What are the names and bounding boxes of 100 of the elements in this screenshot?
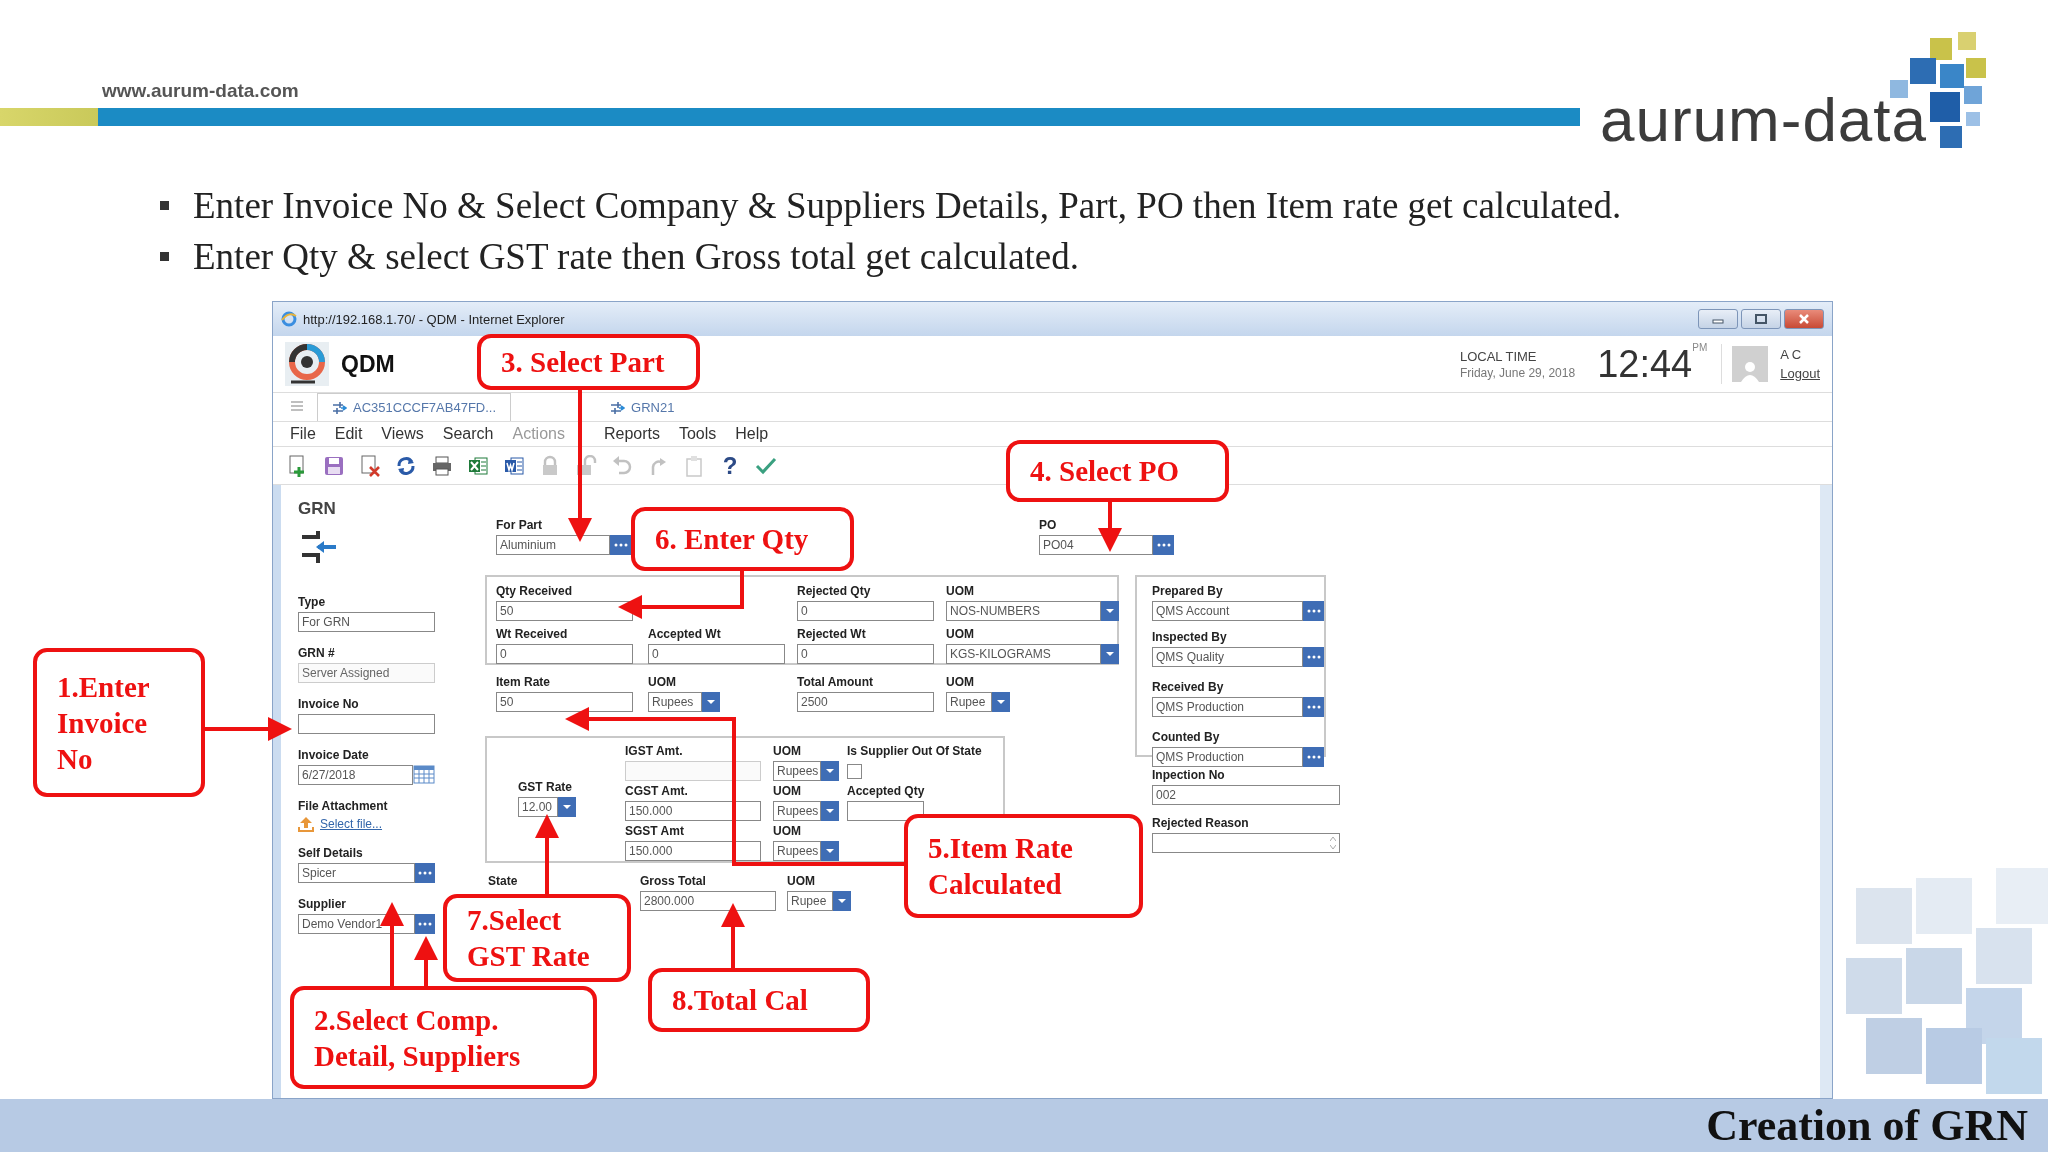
help-button[interactable]: ? [719,454,741,477]
text-field[interactable]: 150.000 [625,801,761,821]
text-field[interactable]: 2500 [797,692,934,712]
refresh-button[interactable] [395,454,417,477]
text-field[interactable]: 0 [496,644,633,664]
print-button[interactable] [431,454,453,477]
field-label: State [488,874,518,889]
lookup-field[interactable]: Aluminium [496,535,610,555]
field-label: UOM [648,675,676,690]
field-label: UOM [773,784,801,799]
transfer-icon [332,400,347,415]
lookup-button[interactable] [415,914,435,934]
text-area[interactable] [1152,833,1340,853]
text-field[interactable] [847,801,924,821]
menu-item[interactable]: Reports [594,425,670,443]
lookup-field[interactable]: QMS Production [1152,747,1303,767]
lookup-field[interactable]: QMS Production [1152,697,1303,717]
dropdown-button[interactable] [821,761,839,781]
menu-item[interactable]: Search [433,425,504,443]
field-label: GST Rate [518,780,572,795]
logout-link[interactable]: Logout [1780,366,1820,381]
dropdown-field[interactable]: Rupee [946,692,992,712]
checkbox[interactable] [847,764,862,779]
lookup-button[interactable] [610,535,631,555]
spreadsheet-button[interactable] [467,454,489,477]
field-label: Is Supplier Out Of State [847,744,982,759]
lookup-field[interactable]: QMS Account [1152,601,1303,621]
dropdown-button[interactable] [1101,601,1119,621]
transfer-icon [300,529,338,565]
date-field[interactable]: 6/27/2018 [298,765,413,785]
field-label: Accepted Qty [847,784,925,799]
clipboard-icon [683,454,705,477]
file-link[interactable]: Select file... [320,817,383,831]
more-icon [418,871,432,875]
menu-item[interactable]: Help [726,425,779,443]
delete-button[interactable] [359,454,381,477]
more-icon [1306,609,1321,613]
lookup-field[interactable]: Spicer [298,863,415,883]
field-label: Counted By [1152,730,1220,745]
text-field[interactable]: 0 [648,644,785,664]
dropdown-button[interactable] [558,797,576,817]
dropdown-field[interactable]: Rupees [773,761,821,781]
dropdown-field[interactable]: Rupees [773,841,821,861]
save-button[interactable] [323,454,345,477]
field-label: Invoice No [298,697,359,712]
text-field[interactable]: 50 [496,692,633,712]
lookup-button[interactable] [415,863,435,883]
lookup-button[interactable] [1303,601,1324,621]
date-text: Friday, June 29, 2018 [1459,365,1576,380]
text-field[interactable] [298,714,435,734]
local-time-label: LOCAL TIME [1459,348,1538,364]
dropdown-field[interactable]: Rupees [773,801,821,821]
close-button[interactable] [1784,309,1824,329]
dropdown-button[interactable] [821,801,839,821]
text-field[interactable]: 2800.000 [640,891,776,911]
dropdown-field[interactable]: NOS-NUMBERS [946,601,1101,621]
dropdown-button[interactable] [833,891,851,911]
dropdown-field[interactable]: KGS-KILOGRAMS [946,644,1101,664]
menu-item[interactable]: Tools [669,425,727,443]
dropdown-button[interactable] [821,841,839,861]
lookup-field[interactable]: Demo Vendor1 [298,914,415,934]
dropdown-button[interactable] [702,692,720,712]
lookup-button[interactable] [1303,647,1324,667]
site-url: www.aurum-data.com [102,80,299,103]
text-field[interactable]: For GRN [298,612,435,632]
field-label: UOM [787,874,815,889]
lookup-button[interactable] [1303,747,1324,767]
close-icon [1798,314,1810,324]
dropdown-button[interactable] [1101,644,1119,664]
text-field[interactable]: 150.000 [625,841,761,861]
lookup-button[interactable] [1303,697,1324,717]
dropdown-field[interactable]: Rupee [787,891,833,911]
dropdown-field[interactable]: 12.00 [518,797,558,817]
more-icon [418,922,432,926]
text-field[interactable]: 0 [797,601,934,621]
spreadsheet-icon [467,454,489,477]
tab[interactable]: AC351CCCF7AB47FD... [317,393,512,421]
menu-item[interactable]: Edit [325,425,373,443]
logo-text: aurum-data [1600,84,1928,155]
document-button[interactable] [503,454,525,477]
transfer-icon [610,400,626,415]
text-field[interactable]: 50 [496,601,633,621]
save-icon [323,454,345,477]
browser-icon [281,311,297,327]
lookup-field[interactable]: QMS Quality [1152,647,1303,667]
dropdown-button[interactable] [992,692,1010,712]
text-field[interactable]: 0 [797,644,934,664]
tab[interactable]: GRN21 [595,393,690,421]
field-label: Inpection No [1152,768,1225,783]
lookup-field[interactable]: PO04 [1039,535,1153,555]
text-field[interactable]: 002 [1152,785,1340,805]
menu-item[interactable]: File [281,425,326,443]
menu-item[interactable]: Views [372,425,434,443]
lookup-button[interactable] [1153,535,1174,555]
more-icon [1306,655,1321,659]
field-label: IGST Amt. [625,744,683,759]
maximize-button[interactable] [1741,309,1781,329]
dropdown-field[interactable]: Rupees [648,692,702,712]
caret-icon [1106,609,1114,613]
refresh-icon [395,454,417,477]
